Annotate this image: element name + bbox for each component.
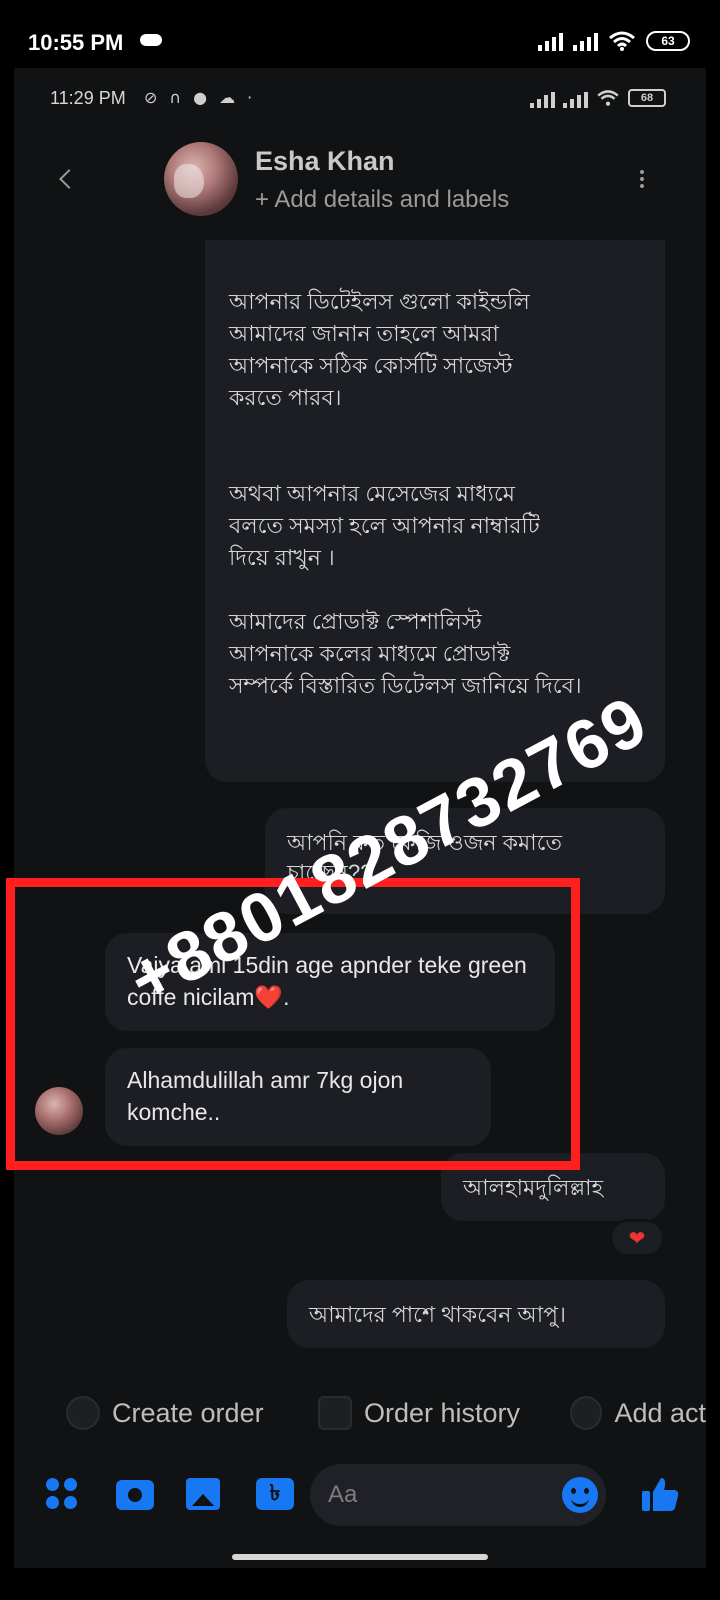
heart-reaction-icon[interactable]: ❤ [609,1219,665,1257]
payment-icon[interactable]: ৳ [256,1478,294,1510]
headset-icon: ∩ [169,88,182,107]
outer-status-icons: 63 [538,30,690,52]
message-paragraph: আমাদের প্রোডাক্ট স্পেশালিস্ট আপনাকে কলের… [229,609,582,698]
home-indicator[interactable] [232,1554,488,1560]
contact-avatar[interactable] [164,142,238,216]
signal-icon [538,31,563,51]
reaction-glyph: ❤ [628,1226,646,1250]
check-icon [570,1396,603,1430]
message-input-box[interactable] [310,1464,606,1526]
battery-icon: 68 [628,89,666,107]
add-details-link[interactable]: + Add details and labels [255,186,509,214]
more-options-icon[interactable] [640,170,644,174]
quick-action-label: Create order [112,1397,264,1428]
outer-status-bar: 10:55 PM 63 [0,0,720,60]
message-text: আলহামদুলিল্লাহ [463,1175,604,1200]
message-paragraph: আপনার ডিটেইলস গুলো কাইন্ডলি আমাদের জানান… [229,289,530,410]
dot-icon: · [247,88,253,107]
dollar-icon [66,1396,100,1430]
wifi-icon [609,31,635,51]
apps-icon[interactable] [46,1478,80,1512]
inner-status-icons: 68 [530,88,666,108]
message-text: আমাদের পাশে থাকবেন আপু। [309,1302,566,1327]
gallery-icon[interactable] [186,1478,220,1510]
message-input[interactable] [328,1476,528,1514]
outgoing-message: আমাদের পাশে থাকবেন আপু। [287,1280,665,1348]
order-history-button[interactable]: Order history [318,1392,520,1434]
signal-icon [563,88,588,108]
quick-action-label: Add act [614,1397,706,1428]
cloud-icon: ☁ [219,88,236,107]
person-icon: ● [193,88,208,107]
cloud-icon [140,34,162,46]
message-composer: ৳ [30,1462,706,1528]
create-order-button[interactable]: Create order [66,1392,264,1434]
message-paragraph: অথবা আপনার মেসেজের মাধ্যমে বলতে সমস্যা হ… [229,481,540,570]
inner-status-bar: 11:29 PM ⊘ ∩ ● ☁ · 68 [14,68,706,128]
signal-icon [530,88,555,108]
list-icon [318,1396,352,1430]
camera-icon[interactable] [116,1480,154,1510]
wifi-icon [597,90,619,106]
like-icon[interactable] [640,1474,680,1514]
signal-icon [573,31,598,51]
outer-clock: 10:55 PM [28,30,124,55]
add-action-button[interactable]: Add act [570,1392,706,1434]
mute-icon: ⊘ [144,88,158,107]
contact-name[interactable]: Esha Khan [255,146,395,177]
battery-icon: 63 [646,31,690,51]
notification-icons: ⊘ ∩ ● ☁ · [144,88,252,107]
emoji-icon[interactable] [562,1477,598,1513]
inner-clock: 11:29 PM [50,88,126,108]
quick-action-label: Order history [364,1397,521,1428]
